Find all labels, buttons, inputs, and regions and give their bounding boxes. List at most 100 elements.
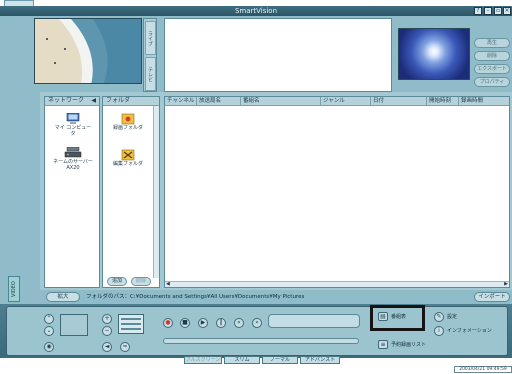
minus-icon: − [104,327,110,334]
settings-button[interactable]: ✎ [434,312,444,322]
column-program[interactable]: 番組名 [241,97,321,106]
folder-pane-title: フォルダ [103,97,159,106]
fast-forward-icon: » [255,319,259,326]
window-title: SmartVision [234,7,278,15]
fast-forward-button[interactable]: » [252,318,262,328]
volume-down-button[interactable]: − [102,326,112,336]
restore-icon: ▫ [495,7,501,14]
audio-icon: ≈ [122,343,128,350]
audio-button[interactable]: ≈ [120,342,130,352]
thumbnail-preview [398,28,470,80]
mode-tab-advanced[interactable]: アドバンスト [300,356,340,364]
settings-label: 設定 [447,314,458,320]
pause-button[interactable]: ‖ [216,318,226,328]
time-display [268,314,360,328]
stop-icon: ■ [182,319,188,326]
info-icon: i [438,327,440,334]
column-station[interactable]: 放送局名 [197,97,241,106]
plus-icon: + [104,315,110,322]
pen-icon: ✎ [436,313,442,320]
mode-tab-slim[interactable]: スリム [224,356,260,364]
live-preview[interactable] [34,18,142,84]
record-icon: ● [165,319,171,326]
mode-tab-normal[interactable]: ノーマル [262,356,298,364]
network-pane: ネットワーク ◀ マイ コンピュータ ネームのサーバー AX20 [44,96,100,288]
delete-button[interactable]: 削除 [474,51,510,61]
path-bar: 拡大 フォルダのパス：C:¥Documents and Settings¥All… [40,291,512,304]
folder-pane: フォルダ 録画フォルダ 編集フォルダ 追加 削除 [102,96,160,288]
path-value: C:¥Documents and Settings¥All Users¥Docu… [130,294,305,300]
pause-icon: ‖ [219,319,223,326]
video-tab[interactable]: VIDEO [8,276,20,302]
recording-list: チャンネル 放送局名 番組名 ジャンル 日付 開始時刻 録画時間 ◀ ▶ [164,96,510,288]
power-icon: ◉ [46,343,52,350]
list-horizontal-scrollbar[interactable]: ◀ ▶ [165,281,509,287]
column-channel[interactable]: チャンネル [165,97,197,106]
list-icon: ≡ [380,341,386,348]
speaker-icon: ◄ [104,343,110,350]
tab-live[interactable]: ライブ [145,21,156,55]
minimize-button[interactable]: – [484,7,492,15]
close-icon: × [504,7,510,14]
power-button[interactable]: ◉ [44,342,54,352]
properties-button[interactable]: プロパティ [474,77,510,87]
record-button[interactable]: ● [163,318,173,328]
import-button[interactable]: インポート [474,292,510,302]
information-label: インフォメーション [447,328,492,334]
minimize-icon: – [486,7,490,14]
network-item-label: マイ コンピュータ [54,125,92,137]
column-duration[interactable]: 録画時間 [459,97,509,106]
play-icon: ▶ [200,319,206,326]
mode-tab-fullscreen[interactable]: フルスクリーン [184,356,222,364]
stop-button[interactable]: ■ [180,318,190,328]
help-button[interactable]: ? [474,7,482,15]
channel-down-button[interactable]: ⌄ [44,326,54,336]
rewind-icon: « [237,319,241,326]
path-label-text: フォルダのパス： [86,294,131,300]
play-button[interactable]: 再生 [474,38,510,48]
channel-up-button[interactable]: ⌃ [44,314,54,324]
server-icon [64,147,82,158]
restore-button[interactable]: ▫ [494,7,502,15]
seek-slider[interactable] [163,338,359,344]
reservation-list-button[interactable]: ≡ [378,340,388,349]
network-item-label: ネームのサーバー AX20 [53,159,93,171]
information-button[interactable]: i [434,326,444,336]
folder-item-record[interactable]: 録画フォルダ [107,113,149,131]
tab-tv[interactable]: テレビ [145,57,156,91]
edit-folder-icon [121,149,135,161]
folder-scrollbar[interactable] [153,106,159,278]
reservation-list-label: 予約録画リスト [391,342,427,348]
expand-button[interactable]: 拡大 [46,292,80,302]
column-date[interactable]: 日付 [371,97,427,106]
scroll-left-icon[interactable]: ◀ [166,281,170,287]
remove-folder-button[interactable]: 削除 [131,277,151,286]
network-item-my-computer[interactable]: マイ コンピュータ [53,113,93,137]
network-item-server[interactable]: ネームのサーバー AX20 [49,147,97,171]
column-genre[interactable]: ジャンル [321,97,371,106]
help-icon: ? [476,7,480,14]
play-transport-button[interactable]: ▶ [198,318,208,328]
smartvision-window: SmartVision ? – ▫ × ライブ テレビ 再生 削除 エクスポート… [0,0,512,374]
folder-item-edit[interactable]: 編集フォルダ [107,149,149,167]
highlight-frame [370,305,425,331]
volume-meter [118,314,144,334]
beach-preview-image [35,19,141,83]
chevron-up-icon: ⌃ [46,315,52,322]
record-folder-icon [121,113,135,125]
collapse-arrow-icon[interactable]: ◀ [91,97,96,105]
title-bar: SmartVision ? – ▫ × [0,6,512,16]
export-button[interactable]: エクスポート [474,64,510,74]
close-button[interactable]: × [503,7,511,15]
volume-up-button[interactable]: + [102,314,112,324]
computer-icon [66,113,80,124]
folder-item-label: 録画フォルダ [112,125,143,131]
network-pane-title: ネットワーク [48,97,85,104]
column-start-time[interactable]: 開始時刻 [427,97,459,106]
add-folder-button[interactable]: 追加 [107,277,127,286]
mute-button[interactable]: ◄ [102,342,112,352]
folder-path-label: フォルダのパス：C:¥Documents and Settings¥All Us… [86,292,304,302]
rewind-button[interactable]: « [234,318,244,328]
scroll-right-icon[interactable]: ▶ [504,281,508,287]
network-pane-header: ネットワーク ◀ [45,97,99,106]
